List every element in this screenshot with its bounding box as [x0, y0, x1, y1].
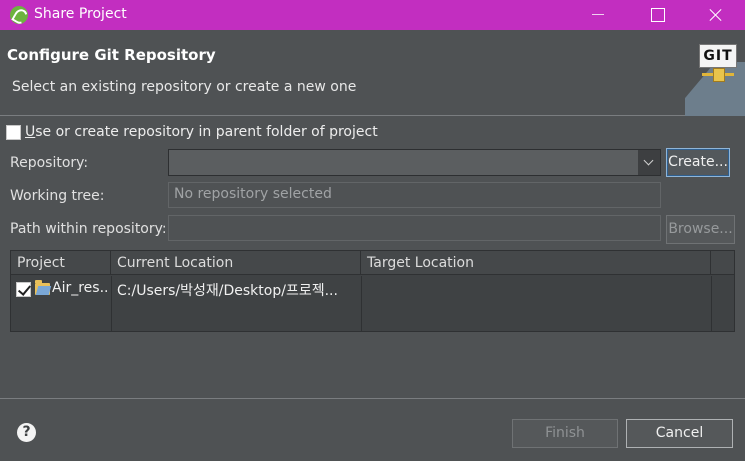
minimize-button[interactable] [570, 0, 628, 30]
browse-button: Browse... [666, 215, 735, 244]
git-banner: GIT [685, 30, 745, 116]
cancel-button[interactable]: Cancel [626, 419, 733, 448]
repository-label: Repository: [10, 155, 89, 171]
parent-repo-label-text: se or create repository in parent folder… [35, 124, 378, 140]
git-logo-base-icon [702, 68, 734, 82]
chevron-down-icon[interactable] [638, 150, 660, 175]
maximize-button[interactable] [628, 0, 686, 30]
row-checkbox[interactable] [16, 282, 31, 297]
mnemonic-u: U [25, 124, 36, 140]
column-divider [111, 276, 112, 331]
projects-table: Project Current Location Target Location… [10, 250, 735, 332]
git-logo-icon: GIT [699, 44, 737, 68]
create-button[interactable]: Create... [666, 148, 730, 177]
parent-repo-checkbox-label[interactable]: Use or create repository in parent folde… [25, 124, 378, 140]
parent-repo-checkbox[interactable] [6, 125, 21, 140]
working-tree-label: Working tree: [10, 188, 105, 204]
page-title: Configure Git Repository [7, 46, 216, 64]
project-name: Air_res... [52, 280, 109, 296]
column-header-filler [711, 251, 734, 275]
project-folder-icon [35, 280, 50, 295]
table-row[interactable]: Air_res... C:/Users/박성재/Desktop/프로젝... [11, 276, 734, 331]
path-within-repository-label: Path within repository: [10, 221, 167, 237]
table-header: Project Current Location Target Location [11, 251, 734, 275]
column-header-project[interactable]: Project [11, 251, 111, 275]
footer-divider [0, 398, 745, 399]
page-description: Select an existing repository or create … [12, 79, 357, 95]
window-title: Share Project [34, 6, 127, 22]
column-header-current-location[interactable]: Current Location [111, 251, 361, 275]
path-within-repository-field [168, 215, 661, 241]
repository-combo[interactable] [168, 149, 661, 176]
close-button[interactable] [686, 0, 744, 30]
help-icon[interactable]: ? [17, 423, 36, 442]
column-header-target-location[interactable]: Target Location [361, 251, 711, 275]
current-location: C:/Users/박성재/Desktop/프로젝... [117, 283, 338, 299]
column-divider [361, 276, 362, 331]
column-divider [711, 276, 712, 331]
spring-app-icon [10, 6, 28, 24]
title-bar: Share Project [0, 0, 745, 30]
working-tree-field: No repository selected [168, 182, 661, 208]
wizard-header: Configure Git Repository Select an exist… [0, 30, 745, 116]
finish-button: Finish [512, 419, 618, 448]
